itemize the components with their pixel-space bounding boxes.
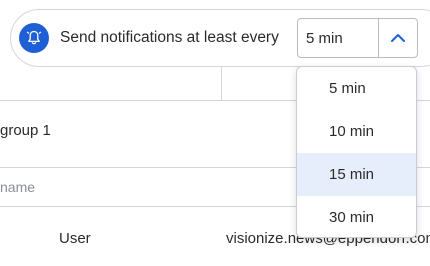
notification-frequency-label: Send notifications at least every	[60, 29, 279, 46]
notification-frequency-bar: Send notifications at least every 5 min	[10, 9, 430, 67]
select-toggle[interactable]	[379, 19, 417, 57]
notification-badge	[19, 23, 49, 53]
group-name: group 1	[0, 122, 51, 139]
option-label: 30 min	[329, 209, 375, 226]
option-label: 15 min	[329, 166, 375, 183]
frequency-select[interactable]: 5 min	[297, 18, 418, 58]
frequency-option-5-min[interactable]: 5 min	[297, 67, 416, 110]
chevron-up-icon	[391, 34, 405, 42]
option-label: 5 min	[329, 80, 366, 97]
page: group 1 User visionize.news@eppendorf.co…	[0, 0, 430, 266]
frequency-option-15-min[interactable]: 15 min	[297, 153, 416, 196]
column-divider	[221, 66, 222, 100]
frequency-selected-value: 5 min	[306, 30, 343, 47]
option-label: 10 min	[329, 123, 375, 140]
user-role: User	[59, 230, 91, 247]
bell-icon	[26, 30, 42, 45]
frequency-dropdown: 5 min 10 min 15 min 30 min	[296, 66, 417, 238]
frequency-option-10-min[interactable]: 10 min	[297, 110, 416, 153]
frequency-option-30-min[interactable]: 30 min	[297, 196, 416, 237]
